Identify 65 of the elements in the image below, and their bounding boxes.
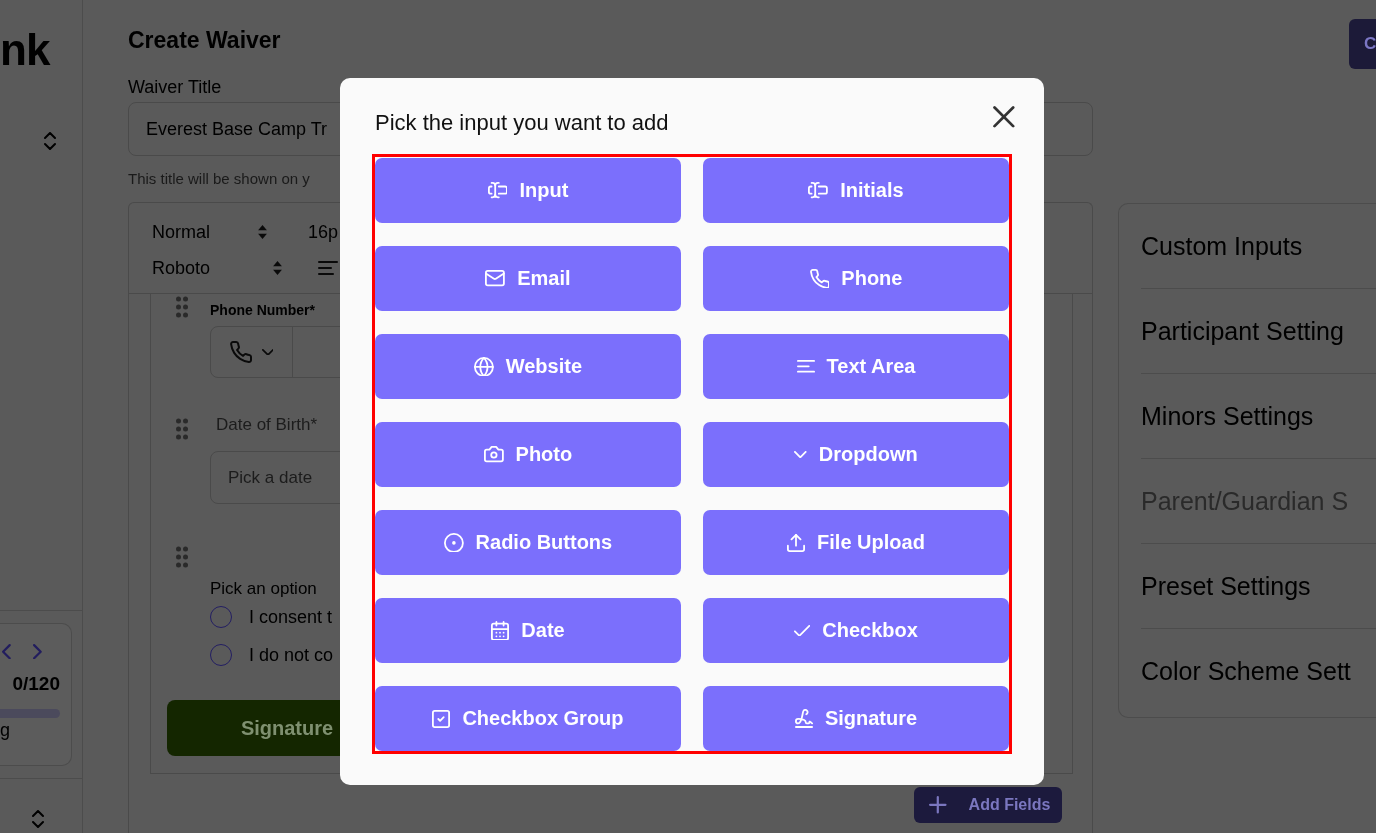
chevron-down-icon xyxy=(261,348,274,356)
radio-label: I consent t xyxy=(249,606,333,628)
modal-title: Pick the input you want to add xyxy=(375,110,669,136)
text-cursor-icon xyxy=(487,182,508,199)
field-label: Phone Number* xyxy=(210,302,315,319)
input-type-button[interactable]: Input xyxy=(375,158,681,223)
text-cursor-icon xyxy=(808,182,829,199)
top-action-button[interactable]: C xyxy=(1349,19,1376,69)
input-type-button[interactable]: File Upload xyxy=(703,510,1009,575)
upload-icon xyxy=(787,533,806,552)
close-button[interactable] xyxy=(993,106,1015,128)
input-type-button[interactable]: Checkbox xyxy=(703,598,1009,663)
globe-icon xyxy=(473,356,494,377)
close-icon xyxy=(993,106,1015,128)
caption-text: g xyxy=(0,720,10,741)
chevron-down-icon xyxy=(794,450,807,459)
input-type-button[interactable]: Initials xyxy=(703,158,1009,223)
circle-dot-icon xyxy=(443,532,464,553)
checked-box-icon xyxy=(432,709,451,728)
input-type-button[interactable]: Radio Buttons xyxy=(375,510,681,575)
style-select[interactable]: Normal xyxy=(152,219,267,245)
signature-icon xyxy=(794,709,813,728)
drag-handle-icon xyxy=(176,418,188,440)
text-lines-icon xyxy=(796,360,815,373)
input-type-button[interactable]: Text Area xyxy=(703,334,1009,399)
envelope-icon xyxy=(485,270,506,287)
radio-label: I do not co xyxy=(249,644,334,666)
phone-icon xyxy=(229,341,252,363)
hint-text: This title will be shown on y xyxy=(128,170,310,188)
settings-item[interactable]: Preset Settings xyxy=(1141,543,1376,628)
settings-item[interactable]: Participant Setting xyxy=(1141,288,1376,373)
chevron-right-icon xyxy=(32,644,42,660)
input-type-button[interactable]: Checkbox Group xyxy=(375,686,681,751)
field-label: Pick an option xyxy=(210,579,317,599)
chevron-up-down-icon xyxy=(32,810,44,828)
input-type-button[interactable]: Website xyxy=(375,334,681,399)
sort-caret-icon xyxy=(273,261,282,275)
input-type-button[interactable]: Dropdown xyxy=(703,422,1009,487)
input-type-button[interactable]: Phone xyxy=(703,246,1009,311)
field-label: Date of Birth* xyxy=(216,415,318,435)
page-title: Create Waiver xyxy=(128,27,281,53)
field-label: Waiver Title xyxy=(128,76,222,98)
chevron-left-icon xyxy=(2,644,11,660)
input-type-button[interactable]: Signature xyxy=(703,686,1009,751)
phone-icon xyxy=(809,268,830,289)
camera-icon xyxy=(483,446,504,463)
font-select[interactable]: Roboto xyxy=(152,255,282,281)
input-type-button[interactable]: Photo xyxy=(375,422,681,487)
calendar-icon xyxy=(491,620,510,641)
settings-item[interactable]: Minors Settings xyxy=(1141,373,1376,458)
check-icon xyxy=(794,624,811,637)
sort-caret-icon xyxy=(258,225,267,239)
add-fields-button[interactable]: Add Fields xyxy=(914,787,1062,823)
drag-handle-icon xyxy=(176,546,188,568)
size-select[interactable]: 16p xyxy=(308,221,339,243)
logo-text: nk xyxy=(0,28,50,72)
settings-item[interactable]: Custom Inputs xyxy=(1141,204,1376,288)
input-type-button[interactable]: Email xyxy=(375,246,681,311)
settings-item[interactable]: Color Scheme Sett xyxy=(1141,628,1376,713)
chevron-up-down-icon xyxy=(44,132,56,150)
input-type-button[interactable]: Date xyxy=(375,598,681,663)
align-left-icon xyxy=(318,261,338,275)
plus-icon xyxy=(929,796,947,814)
drag-handle-icon xyxy=(176,296,188,318)
counter-text: 0/120 xyxy=(12,673,60,696)
